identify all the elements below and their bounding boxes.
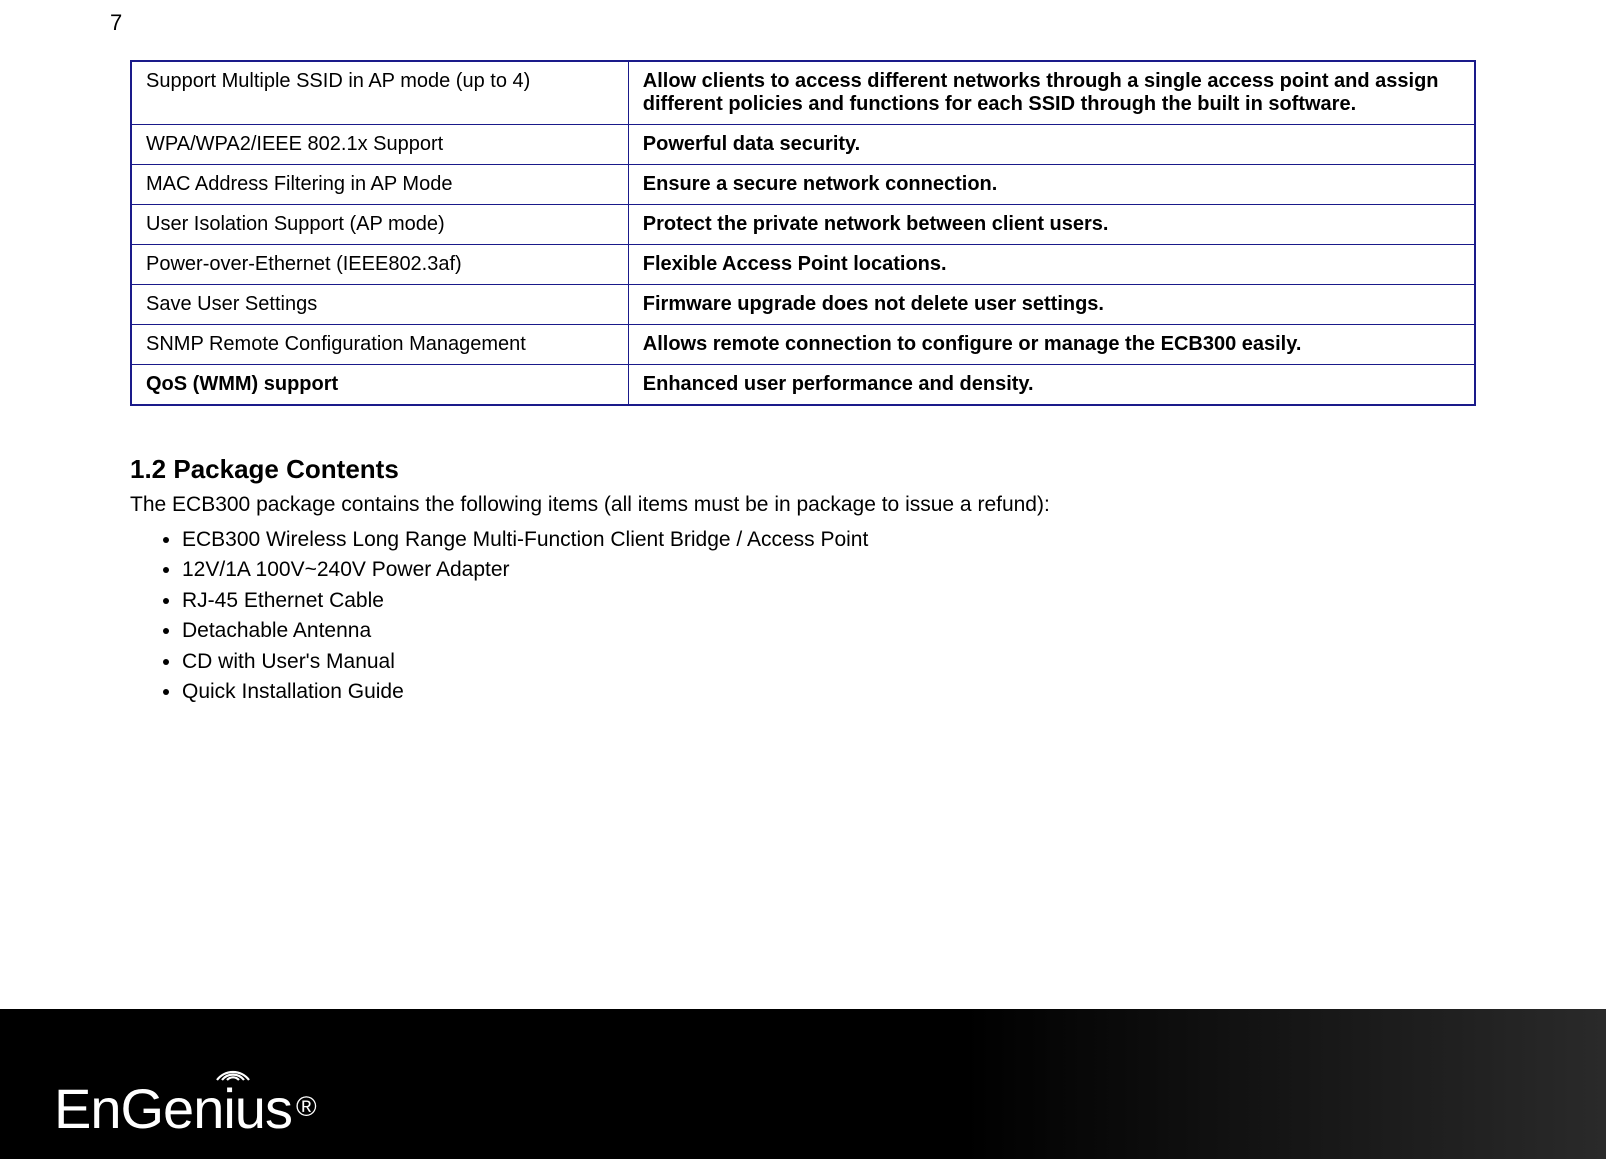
table-row: WPA/WPA2/IEEE 802.1x Support Powerful da… xyxy=(131,125,1475,165)
table-row: QoS (WMM) support Enhanced user performa… xyxy=(131,365,1475,406)
main-content: Support Multiple SSID in AP mode (up to … xyxy=(0,0,1606,708)
benefit-cell: Allow clients to access different networ… xyxy=(628,61,1475,125)
feature-cell: MAC Address Filtering in AP Mode xyxy=(131,165,628,205)
table-row: MAC Address Filtering in AP Mode Ensure … xyxy=(131,165,1475,205)
benefit-cell: Ensure a secure network connection. xyxy=(628,165,1475,205)
section-intro: The ECB300 package contains the followin… xyxy=(130,493,1476,517)
logo-part-en: En xyxy=(54,1076,121,1141)
list-item: ECB300 Wireless Long Range Multi-Functio… xyxy=(182,525,1476,555)
features-table: Support Multiple SSID in AP mode (up to … xyxy=(130,60,1476,406)
list-item: CD with User's Manual xyxy=(182,647,1476,677)
feature-cell: Power-over-Ethernet (IEEE802.3af) xyxy=(131,245,628,285)
benefit-cell: Allows remote connection to configure or… xyxy=(628,325,1475,365)
feature-cell: Support Multiple SSID in AP mode (up to … xyxy=(131,61,628,125)
registered-trademark-icon: ® xyxy=(296,1091,317,1123)
list-item: Detachable Antenna xyxy=(182,616,1476,646)
table-row: Save User Settings Firmware upgrade does… xyxy=(131,285,1475,325)
feature-cell: QoS (WMM) support xyxy=(131,365,628,406)
feature-cell: Save User Settings xyxy=(131,285,628,325)
benefit-cell: Flexible Access Point locations. xyxy=(628,245,1475,285)
logo-ius-text: ius xyxy=(223,1077,292,1140)
brand-logo: EnGen ius ® xyxy=(54,1076,317,1141)
package-list: ECB300 Wireless Long Range Multi-Functio… xyxy=(130,525,1476,708)
page-number: 7 xyxy=(110,10,122,36)
list-item: Quick Installation Guide xyxy=(182,677,1476,707)
list-item: RJ-45 Ethernet Cable xyxy=(182,586,1476,616)
table-row: SNMP Remote Configuration Management All… xyxy=(131,325,1475,365)
feature-cell: User Isolation Support (AP mode) xyxy=(131,205,628,245)
benefit-cell: Protect the private network between clie… xyxy=(628,205,1475,245)
benefit-cell: Enhanced user performance and density. xyxy=(628,365,1475,406)
table-row: Support Multiple SSID in AP mode (up to … xyxy=(131,61,1475,125)
benefit-cell: Firmware upgrade does not delete user se… xyxy=(628,285,1475,325)
table-row: Power-over-Ethernet (IEEE802.3af) Flexib… xyxy=(131,245,1475,285)
section-heading-package-contents: 1.2 Package Contents xyxy=(130,454,1476,485)
footer-bar: EnGen ius ® xyxy=(0,1009,1606,1159)
logo-text: EnGen ius xyxy=(54,1076,292,1141)
feature-cell: SNMP Remote Configuration Management xyxy=(131,325,628,365)
table-row: User Isolation Support (AP mode) Protect… xyxy=(131,205,1475,245)
benefit-cell: Powerful data security. xyxy=(628,125,1475,165)
list-item: 12V/1A 100V~240V Power Adapter xyxy=(182,555,1476,585)
wifi-arc-icon xyxy=(213,1056,253,1084)
logo-part-gen: Gen xyxy=(121,1076,224,1141)
logo-part-ius: ius xyxy=(223,1076,292,1141)
feature-cell: WPA/WPA2/IEEE 802.1x Support xyxy=(131,125,628,165)
